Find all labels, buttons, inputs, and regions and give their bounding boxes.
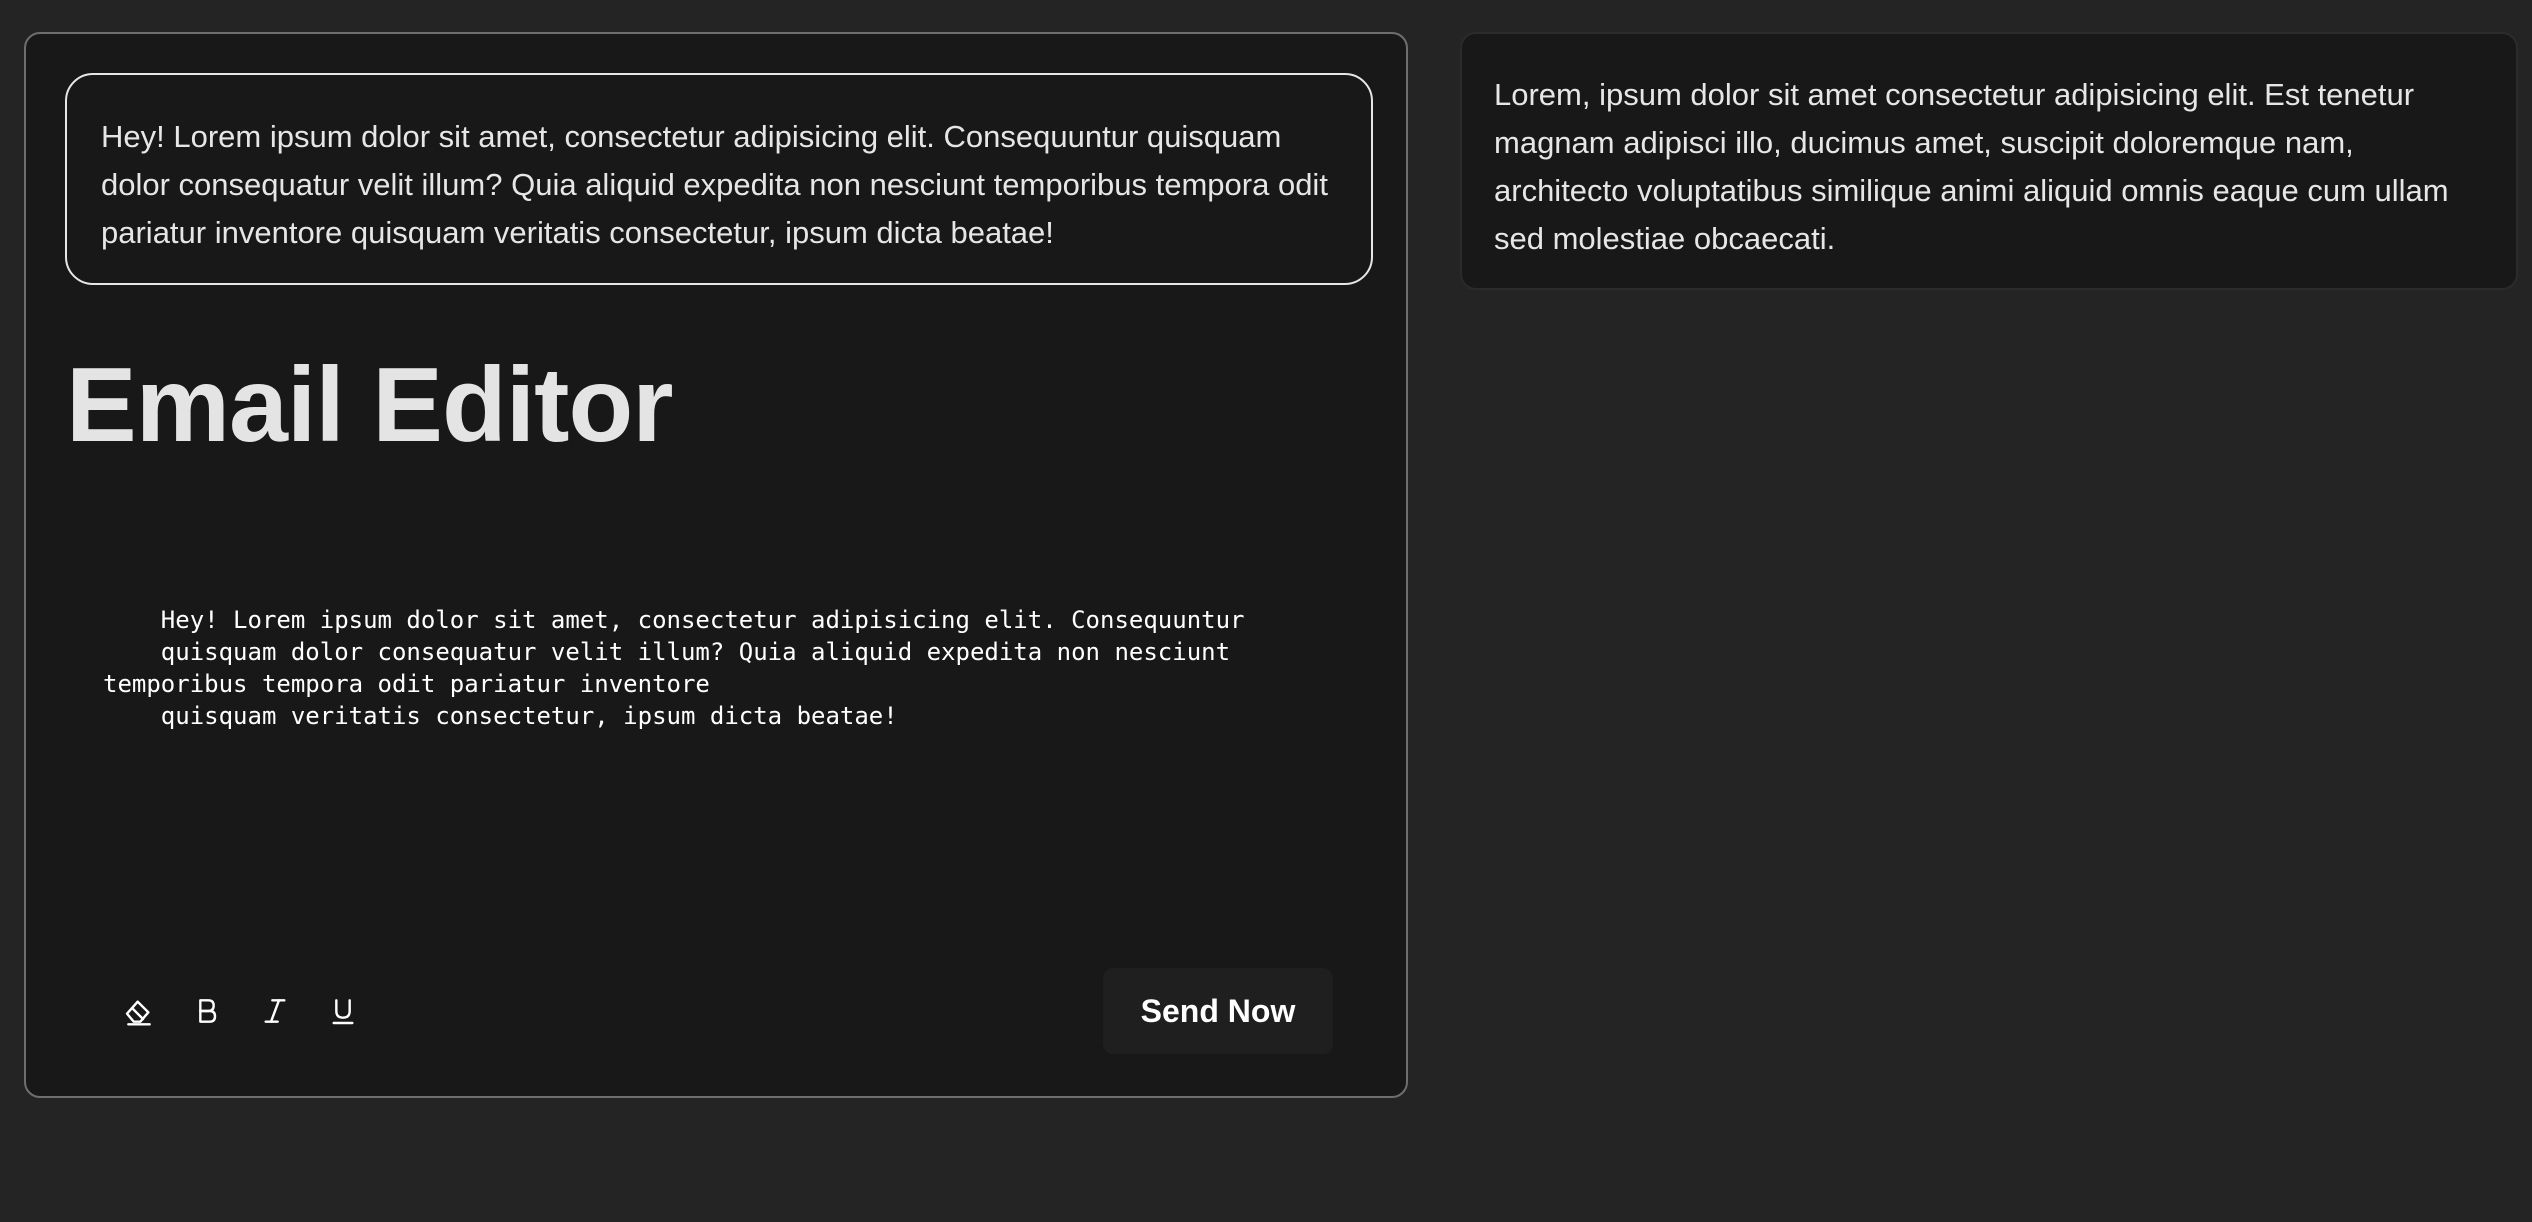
- formatting-toolbar: [114, 988, 386, 1038]
- page-title: Email Editor: [66, 346, 673, 464]
- eraser-icon: [123, 995, 155, 1032]
- email-body-editor[interactable]: Hey! Lorem ipsum dolor sit amet, consect…: [103, 604, 1353, 904]
- email-preview-text: Hey! Lorem ipsum dolor sit amet, consect…: [101, 119, 1328, 250]
- underline-icon: [327, 995, 359, 1032]
- side-panel-text: Lorem, ipsum dolor sit amet consectetur …: [1494, 77, 2449, 256]
- email-editor-card: Hey! Lorem ipsum dolor sit amet, consect…: [24, 32, 1408, 1098]
- italic-button[interactable]: [250, 988, 300, 1038]
- email-preview: Hey! Lorem ipsum dolor sit amet, consect…: [65, 73, 1373, 285]
- italic-icon: [259, 995, 291, 1032]
- bold-icon: [191, 995, 223, 1032]
- underline-button[interactable]: [318, 988, 368, 1038]
- side-info-panel: Lorem, ipsum dolor sit amet consectetur …: [1460, 32, 2518, 290]
- clear-formatting-button[interactable]: [114, 988, 164, 1038]
- bold-button[interactable]: [182, 988, 232, 1038]
- send-now-button[interactable]: Send Now: [1103, 968, 1333, 1054]
